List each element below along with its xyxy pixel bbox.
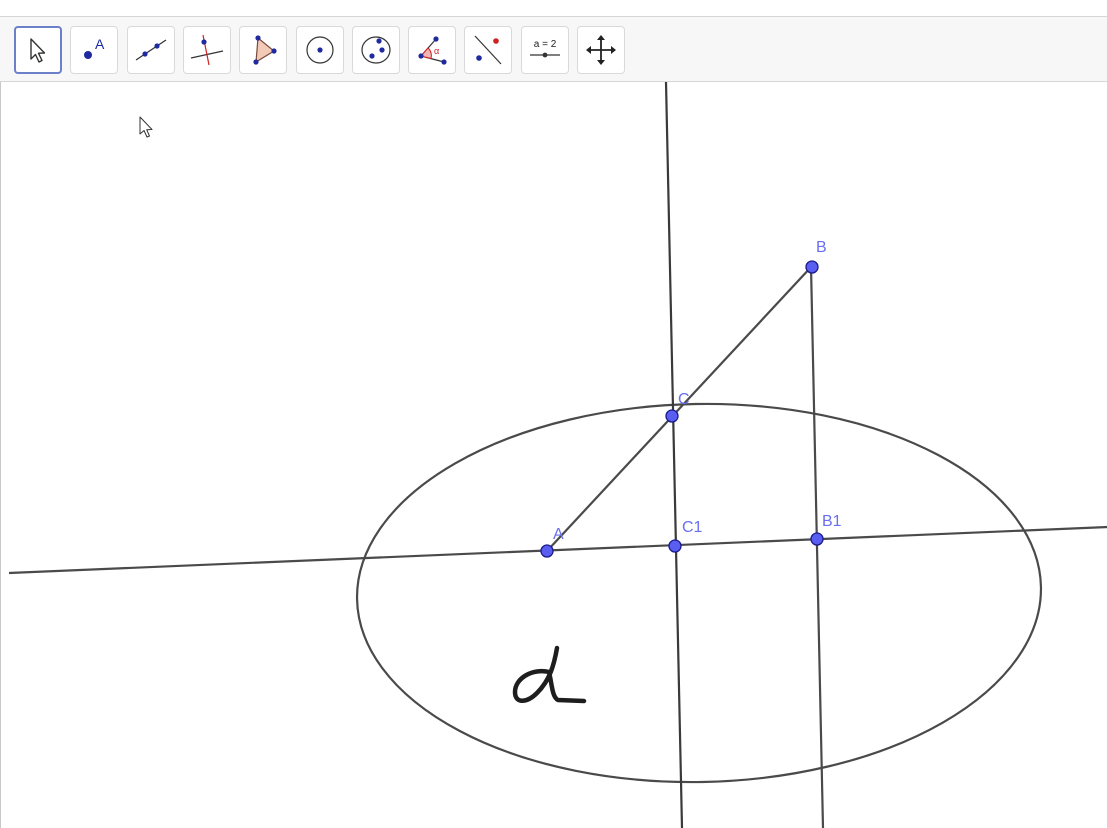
svg-text:A: A [95, 36, 105, 52]
reflect-tool-button[interactable] [464, 26, 512, 74]
perpendicular-line-through-b[interactable] [809, 265, 825, 828]
svg-text:a = 2: a = 2 [534, 39, 557, 50]
reflect-about-line-icon [474, 35, 502, 65]
polygon-tool-button[interactable] [239, 26, 287, 74]
angle-icon: α [418, 36, 447, 65]
angle-tool-button[interactable]: α [408, 26, 456, 74]
point-c[interactable]: C [665, 391, 690, 423]
point-c-label: C [678, 391, 690, 408]
circle-three-points-icon [361, 36, 391, 64]
point-c1[interactable]: C1 [668, 519, 703, 553]
point-b-label: B [816, 239, 827, 256]
svg-text:α: α [434, 46, 439, 56]
ellipse[interactable] [354, 398, 1044, 788]
point-tool-button[interactable]: A [70, 26, 118, 74]
geogebra-window: A α a = 2 A B C C1 B1 [0, 0, 1107, 828]
move-graphics-view-icon [586, 35, 616, 65]
polygon-icon [253, 35, 277, 65]
circle-three-points-tool-button[interactable] [352, 26, 400, 74]
slider-tool-button[interactable]: a = 2 [521, 26, 569, 74]
move-graphics-view-tool-button[interactable] [577, 26, 625, 74]
circle-center-tool-button[interactable] [296, 26, 344, 74]
point-b[interactable]: B [805, 239, 827, 274]
move-arrow-icon [30, 38, 46, 63]
circle-center-point-icon [306, 36, 334, 64]
perpendicular-line-tool-button[interactable] [183, 26, 231, 74]
point-b1-label: B1 [822, 513, 842, 530]
point-a-label: A [553, 526, 564, 543]
line-tool-button[interactable] [127, 26, 175, 74]
line-through-two-points-icon [135, 39, 167, 61]
point-icon: A [84, 36, 105, 59]
move-tool-button[interactable] [14, 26, 62, 74]
mouse-cursor-icon [139, 116, 153, 138]
point-c1-label: C1 [682, 519, 703, 536]
geometry-canvas[interactable]: A B C C1 B1 [1, 82, 1107, 828]
slider-icon: a = 2 [530, 39, 560, 58]
point-a[interactable]: A [540, 526, 564, 558]
toolbar: A α a = 2 [0, 16, 1107, 82]
window-top-strip [0, 0, 1107, 16]
perpendicular-line-icon [190, 34, 224, 66]
handwritten-alpha-drawing [512, 645, 587, 704]
perpendicular-line-through-c[interactable] [664, 82, 684, 828]
graphics-view[interactable]: A B C C1 B1 [0, 82, 1107, 828]
